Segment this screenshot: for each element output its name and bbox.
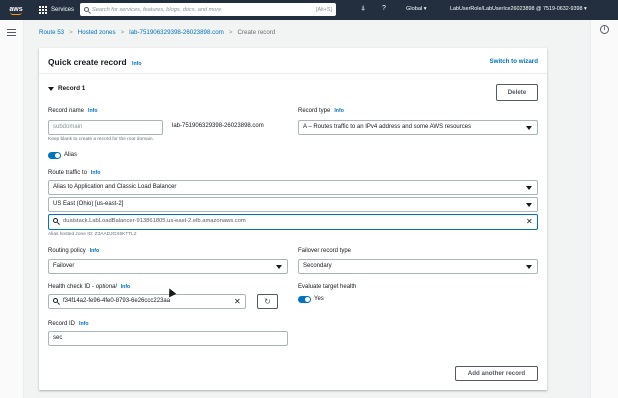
evaluate-health-toggle[interactable] xyxy=(298,296,311,303)
page-title: Quick create record Info xyxy=(48,57,142,67)
load-balancer-input[interactable]: dualstack.LabLoadBalancer-913861805.us-e… xyxy=(48,214,538,230)
right-rail: i xyxy=(590,20,618,398)
clear-icon[interactable]: ✕ xyxy=(234,298,241,306)
health-check-value: f34f14a2-fe96-4fe0-8793-6e26ccc223aa xyxy=(63,298,171,304)
record-section-toggle[interactable]: Record 1 xyxy=(48,85,85,92)
breadcrumb: Route 53 > Hosted zones > lab-7519063293… xyxy=(39,29,275,36)
caret-down-icon xyxy=(526,126,532,130)
services-menu[interactable]: Services xyxy=(39,6,74,14)
caret-down-icon xyxy=(526,203,532,207)
record-id-label: Record ID Info xyxy=(48,321,89,327)
failover-type-value: Secondary xyxy=(303,263,332,269)
health-check-label-text: Health check ID - xyxy=(48,284,96,290)
aws-logo[interactable]: aws xyxy=(5,0,27,20)
search-input[interactable]: Search for services, features, blogs, do… xyxy=(92,7,313,13)
record-type-select[interactable]: A – Routes traffic to an IPv4 address an… xyxy=(298,120,538,135)
region-value: US East (Ohio) [us-east-2] xyxy=(53,201,124,207)
record-id-info-link[interactable]: Info xyxy=(79,321,89,327)
evaluate-health-value: Yes xyxy=(314,296,324,302)
routing-policy-label: Routing policy Info xyxy=(48,248,99,254)
endpoint-select[interactable]: Alias to Application and Classic Load Ba… xyxy=(48,180,538,195)
region-select[interactable]: US East (Ohio) [us-east-2] xyxy=(48,197,538,212)
record-type-label: Record type Info xyxy=(298,108,344,114)
refresh-icon: ↻ xyxy=(264,297,271,306)
record-type-info-link[interactable]: Info xyxy=(334,108,344,114)
delete-button[interactable]: Delete xyxy=(496,84,538,101)
search-shortcut: [Alt+S] xyxy=(315,6,332,13)
health-check-input[interactable]: f34f14a2-fe96-4fe0-8793-6e26ccc223aa xyxy=(48,294,246,309)
record-name-label: Record name Info xyxy=(48,108,98,114)
evaluate-health-label-text: Evaluate target health xyxy=(298,284,357,290)
search-bar[interactable]: Search for services, features, blogs, do… xyxy=(80,3,336,16)
record-name-label-text: Record name xyxy=(48,108,85,114)
clear-icon[interactable]: ✕ xyxy=(526,218,533,226)
menu-icon[interactable] xyxy=(7,29,16,36)
help-icon[interactable]: ? xyxy=(382,5,386,12)
caret-down-icon xyxy=(276,265,282,269)
account-menu[interactable]: LabUserRole/LabUserIce26023898 @ 7519-06… xyxy=(450,6,587,12)
failover-type-select[interactable]: Secondary xyxy=(298,259,538,274)
caret-down-icon xyxy=(526,186,532,190)
switch-to-wizard-link[interactable]: Switch to wizard xyxy=(490,58,538,65)
region-selector[interactable]: Global ▾ xyxy=(406,6,427,12)
hosted-zone-hint: Alias hosted zone ID: Z3AADJGX6KTTL2 xyxy=(48,232,137,237)
alias-label: Alias xyxy=(64,152,78,158)
routing-policy-info-link[interactable]: Info xyxy=(90,248,100,254)
record-name-hint: Keep blank to create a record for the ro… xyxy=(48,137,154,142)
breadcrumb-zone[interactable]: lab-751906329398-26023898.com xyxy=(129,29,224,36)
title-info-link[interactable]: Info xyxy=(132,61,142,67)
failover-type-label-text: Failover record type xyxy=(298,248,352,254)
health-check-label: Health check ID - optional Info xyxy=(48,284,130,290)
domain-suffix: lab-751906329398-26023898.com xyxy=(172,123,264,129)
breadcrumb-current: Create record xyxy=(237,29,276,36)
breadcrumb-separator: > xyxy=(120,29,125,36)
record-type-label-text: Record type xyxy=(298,108,331,114)
breadcrumb-route53[interactable]: Route 53 xyxy=(39,29,64,36)
search-icon xyxy=(53,218,58,223)
record-name-input[interactable]: subdomain xyxy=(48,120,163,135)
record-id-input[interactable]: sec xyxy=(48,331,288,346)
record-heading: Record 1 xyxy=(58,85,86,92)
search-icon xyxy=(53,298,58,303)
record-id-label-text: Record ID xyxy=(48,321,76,327)
services-grid-icon xyxy=(39,6,47,14)
caret-down-icon xyxy=(526,265,532,269)
add-another-record-button[interactable]: Add another record xyxy=(455,366,538,381)
endpoint-value: Alias to Application and Classic Load Ba… xyxy=(53,184,177,190)
search-icon xyxy=(84,7,89,12)
bell-icon[interactable]: ⍋ xyxy=(361,5,365,13)
routing-policy-label-text: Routing policy xyxy=(48,248,86,254)
breadcrumb-hosted-zones[interactable]: Hosted zones xyxy=(78,29,116,36)
page-title-text: Quick create record xyxy=(48,57,127,67)
routing-policy-value: Failover xyxy=(53,263,75,269)
route-traffic-label: Route traffic to Info xyxy=(48,170,100,176)
record-name-info-link[interactable]: Info xyxy=(88,108,98,114)
left-rail xyxy=(0,20,24,398)
routing-policy-select[interactable]: Failover xyxy=(48,259,288,274)
aws-smile-icon xyxy=(10,12,22,15)
services-label: Services xyxy=(51,7,75,13)
evaluate-health-label: Evaluate target health xyxy=(298,284,356,290)
refresh-button[interactable]: ↻ xyxy=(257,294,278,309)
breadcrumb-separator: > xyxy=(228,29,233,36)
failover-type-label: Failover record type xyxy=(298,248,351,254)
route-traffic-info-link[interactable]: Info xyxy=(91,170,101,176)
record-type-value: A – Routes traffic to an IPv4 address an… xyxy=(303,124,472,130)
info-panel-icon[interactable]: i xyxy=(600,25,609,34)
top-navigation-bar: aws Services Search for services, featur… xyxy=(0,0,618,20)
load-balancer-value: dualstack.LabLoadBalancer-913861805.us-e… xyxy=(63,218,246,224)
optional-tag: optional xyxy=(95,284,117,290)
alias-toggle[interactable] xyxy=(48,152,61,159)
route-traffic-label-text: Route traffic to xyxy=(48,170,87,176)
panel-header: Quick create record Info Switch to wizar… xyxy=(39,48,547,74)
health-check-info-link[interactable]: Info xyxy=(121,284,131,290)
breadcrumb-separator: > xyxy=(69,29,73,36)
caret-down-icon xyxy=(48,86,54,91)
quick-create-panel: Quick create record Info Switch to wizar… xyxy=(39,48,547,390)
